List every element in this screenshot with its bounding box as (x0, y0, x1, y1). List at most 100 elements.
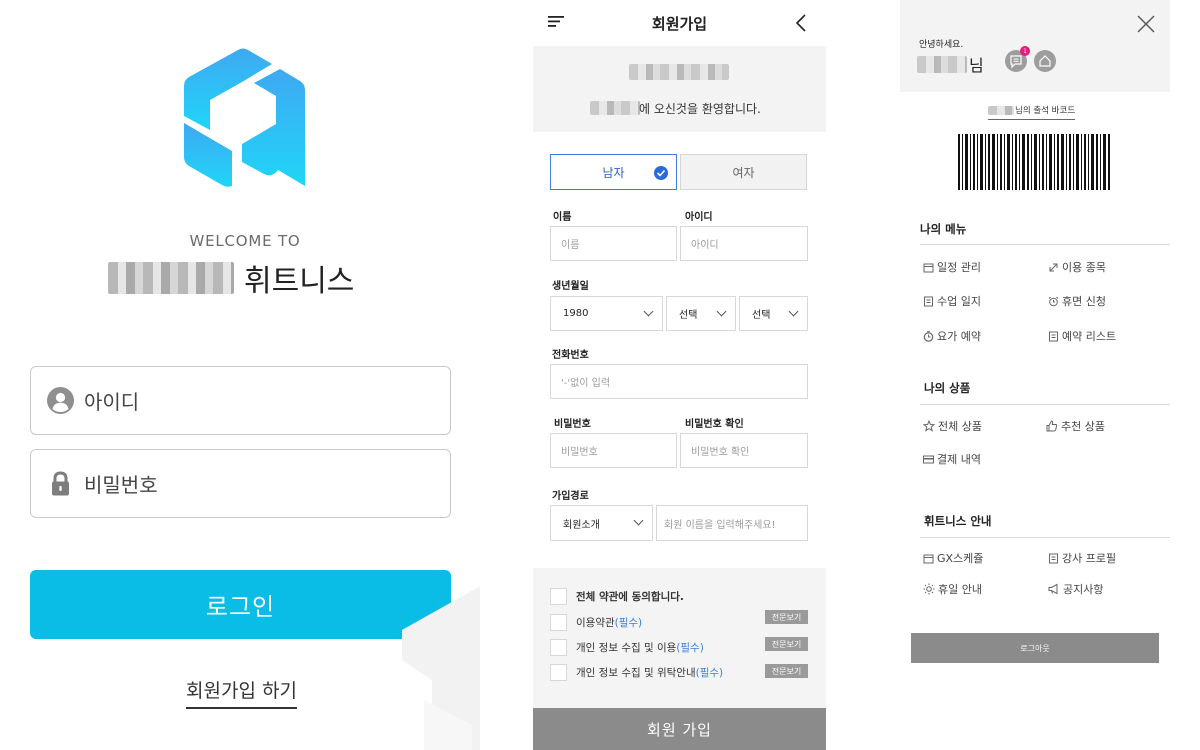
password-confirm-label: 비밀번호 확인 (685, 419, 744, 430)
barcode-title-text: 님의 출석 바코드 (1015, 106, 1076, 116)
menu-item-holidays[interactable]: 휴일 안내 (923, 581, 982, 597)
login-screen: WELCOME TO 휘트니스 아이디 비밀번호 로그인 회원가입 하기 (0, 0, 480, 750)
sun-icon (923, 583, 935, 595)
menu-item-yoga[interactable]: 요가 예약 (923, 328, 981, 344)
my-menu-title: 나의 메뉴 (920, 222, 967, 236)
divider (920, 537, 1170, 538)
expand-icon (1049, 263, 1058, 271)
password-input-placeholder: 비밀번호 (561, 447, 598, 458)
menu-item-label: 이용 종목 (1062, 261, 1106, 274)
menu-item-label: 수업 일지 (937, 295, 981, 308)
menu-item-label: 결제 내역 (937, 453, 981, 466)
terms-row[interactable]: 개인 정보 수집 및 위탁안내(필수) (550, 664, 723, 681)
megaphone-icon (1048, 583, 1058, 595)
menu-item-schedule[interactable]: 일정 관리 (923, 259, 981, 275)
menu-item-journal[interactable]: 수업 일지 (923, 293, 981, 309)
terms-row[interactable]: 개인 정보 수집 및 이용(필수) (550, 639, 704, 656)
menu-item-reservations[interactable]: 예약 리스트 (1048, 328, 1116, 344)
menu-item-payments[interactable]: 결제 내역 (923, 451, 981, 467)
close-icon[interactable] (1136, 14, 1156, 34)
star-icon (923, 420, 935, 432)
required-tag: (필수) (695, 667, 724, 679)
barcode-title: 님의 출석 바코드 (988, 104, 1076, 120)
calendar-icon (923, 554, 934, 563)
gender-female-button[interactable]: 여자 (680, 154, 807, 190)
logo-watermark (402, 586, 480, 750)
terms-section: 전체 약관에 동의합니다. 이용약관(필수) 전문보기 개인 정보 수집 및 이… (533, 568, 826, 708)
menu-item-trainer-profile[interactable]: 강사 프로필 (1048, 550, 1116, 566)
birth-year-value: 1980 (563, 308, 589, 319)
menu-item-label: 전체 상품 (938, 420, 982, 433)
terms-checkbox[interactable] (550, 664, 567, 681)
list-icon (1049, 331, 1058, 341)
phone-input[interactable]: '-'없이 입력 (550, 364, 808, 399)
menu-item-label: 요가 예약 (937, 330, 981, 343)
guide-title: 휘트니스 안내 (924, 514, 992, 528)
id-field[interactable]: 아이디 (30, 366, 451, 435)
required-tag: (필수) (614, 617, 643, 629)
alarm-icon (1048, 296, 1059, 306)
signup-link[interactable]: 회원가입 하기 (186, 676, 297, 709)
terms-all-checkbox[interactable] (550, 588, 567, 605)
id-placeholder: 아이디 (84, 390, 140, 414)
phone-label: 전화번호 (552, 350, 589, 361)
view-terms-button[interactable]: 전문보기 (765, 610, 808, 624)
birth-month-select[interactable]: 선택 (666, 296, 736, 331)
back-icon[interactable] (795, 14, 807, 32)
terms-checkbox[interactable] (550, 614, 567, 631)
id-label: 아이디 (685, 212, 713, 223)
id-input[interactable]: 아이디 (680, 226, 808, 261)
menu-item-notices[interactable]: 공지사항 (1048, 581, 1103, 597)
gender-male-button[interactable]: 남자 (550, 154, 677, 190)
route-select[interactable]: 회원소개 (550, 505, 653, 541)
join-button[interactable]: 회원 가입 (533, 708, 826, 750)
user-name: 님 (917, 52, 984, 76)
password-field[interactable]: 비밀번호 (30, 449, 451, 518)
terms-label: 개인 정보 수집 및 이용 (576, 642, 677, 654)
terms-row[interactable]: 이용약관(필수) (550, 614, 642, 631)
chevron-down-icon (643, 306, 654, 316)
home-button[interactable] (1034, 50, 1056, 72)
terms-all-row[interactable]: 전체 약관에 동의합니다. (550, 588, 684, 605)
menu-item-all-products[interactable]: 전체 상품 (923, 418, 982, 434)
menu-item-sports[interactable]: 이용 종목 (1048, 259, 1106, 275)
birth-day-value: 선택 (752, 310, 771, 321)
page-title: 회원가입 (651, 15, 708, 33)
thumbs-up-icon (1046, 420, 1058, 432)
birth-day-select[interactable]: 선택 (739, 296, 808, 331)
terms-checkbox[interactable] (550, 639, 567, 656)
home-icon (1039, 55, 1051, 67)
attendance-barcode (958, 134, 1110, 190)
name-input[interactable]: 이름 (550, 226, 677, 261)
chevron-down-icon (788, 306, 799, 316)
welcome-band: 에 오신것을 환영합니다. (533, 46, 826, 132)
referrer-placeholder: 회원 이름을 입력해주세요! (664, 519, 776, 531)
view-terms-button[interactable]: 전문보기 (765, 664, 808, 678)
welcome-text: WELCOME TO (189, 232, 301, 250)
user-icon (47, 387, 74, 414)
menu-item-dormant[interactable]: 휴면 신청 (1048, 293, 1106, 309)
terms-label: 이용약관 (576, 617, 615, 629)
app-logo (184, 48, 305, 187)
referrer-input[interactable]: 회원 이름을 입력해주세요! (656, 505, 808, 541)
view-terms-button[interactable]: 전문보기 (765, 637, 808, 651)
drawer-screen: 안녕하세요. 님 1 님의 출석 바코드 나의 메뉴 일정 관리 이용 종목 수… (900, 0, 1170, 750)
signup-header: 회원가입 (533, 0, 826, 46)
menu-item-label: 휴면 신청 (1062, 295, 1106, 308)
gender-male-label: 남자 (602, 165, 625, 180)
logout-button[interactable]: 로그아웃 (911, 633, 1159, 663)
menu-item-label: 예약 리스트 (1062, 330, 1117, 343)
menu-item-recommended[interactable]: 추천 상품 (1046, 418, 1105, 434)
password-input[interactable]: 비밀번호 (550, 433, 677, 468)
blurred-center-name (629, 64, 729, 80)
menu-item-label: 추천 상품 (1061, 420, 1105, 433)
password-confirm-input[interactable]: 비밀번호 확인 (680, 433, 808, 468)
login-button[interactable]: 로그인 (30, 570, 451, 639)
card-icon (923, 455, 934, 463)
birth-year-select[interactable]: 1980 (550, 296, 663, 331)
name-placeholder: 이름 (561, 240, 580, 251)
menu-item-gx-schedule[interactable]: GX스케쥴 (923, 550, 983, 566)
greeting-text: 안녕하세요. (919, 40, 964, 50)
menu-item-label: GX스케쥴 (937, 552, 984, 565)
password-confirm-placeholder: 비밀번호 확인 (691, 447, 750, 458)
